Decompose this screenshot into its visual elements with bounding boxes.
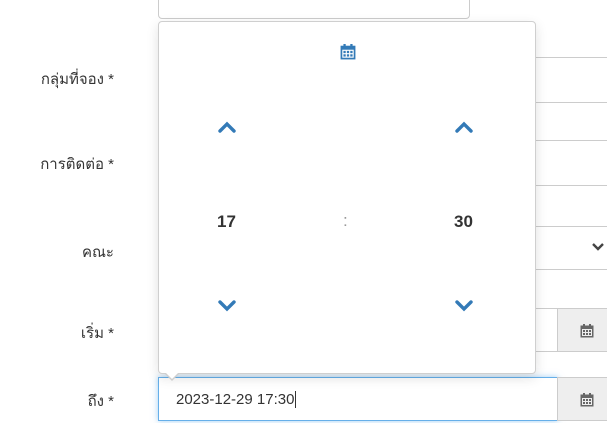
calendar-icon <box>580 324 594 343</box>
hour-increment-chevron-up-icon[interactable] <box>218 120 242 144</box>
minute-decrement-chevron-down-icon[interactable] <box>455 299 479 323</box>
start-calendar-button[interactable] <box>557 308 607 352</box>
end-datetime-value: 2023-12-29 17:30 <box>176 391 297 408</box>
label-contact: การติดต่อ * <box>40 156 114 173</box>
picker-pointer-fill <box>165 372 179 379</box>
end-datetime-input[interactable]: 2023-12-29 17:30 <box>158 377 558 421</box>
calendar-icon[interactable] <box>340 44 358 62</box>
label-group: กลุ่มที่จอง * <box>40 71 114 88</box>
label-end: ถึง * <box>87 393 114 410</box>
minute-increment-chevron-up-icon[interactable] <box>455 120 479 144</box>
minute-value[interactable]: 30 <box>454 212 473 232</box>
top-input[interactable] <box>158 0 470 19</box>
calendar-icon <box>580 393 594 412</box>
label-start: เริ่ม * <box>80 325 114 342</box>
end-calendar-button[interactable] <box>557 377 607 421</box>
time-picker-popup <box>158 21 536 374</box>
hour-value[interactable]: 17 <box>217 212 236 232</box>
booking-form-page: กลุ่มที่จอง * การติดต่อ * คณะ เริ่ม * ถึ… <box>0 0 607 423</box>
label-faculty: คณะ <box>81 244 114 261</box>
select-chevron-down-icon <box>592 239 604 255</box>
time-separator: : <box>343 211 348 230</box>
hour-decrement-chevron-down-icon[interactable] <box>218 299 242 323</box>
